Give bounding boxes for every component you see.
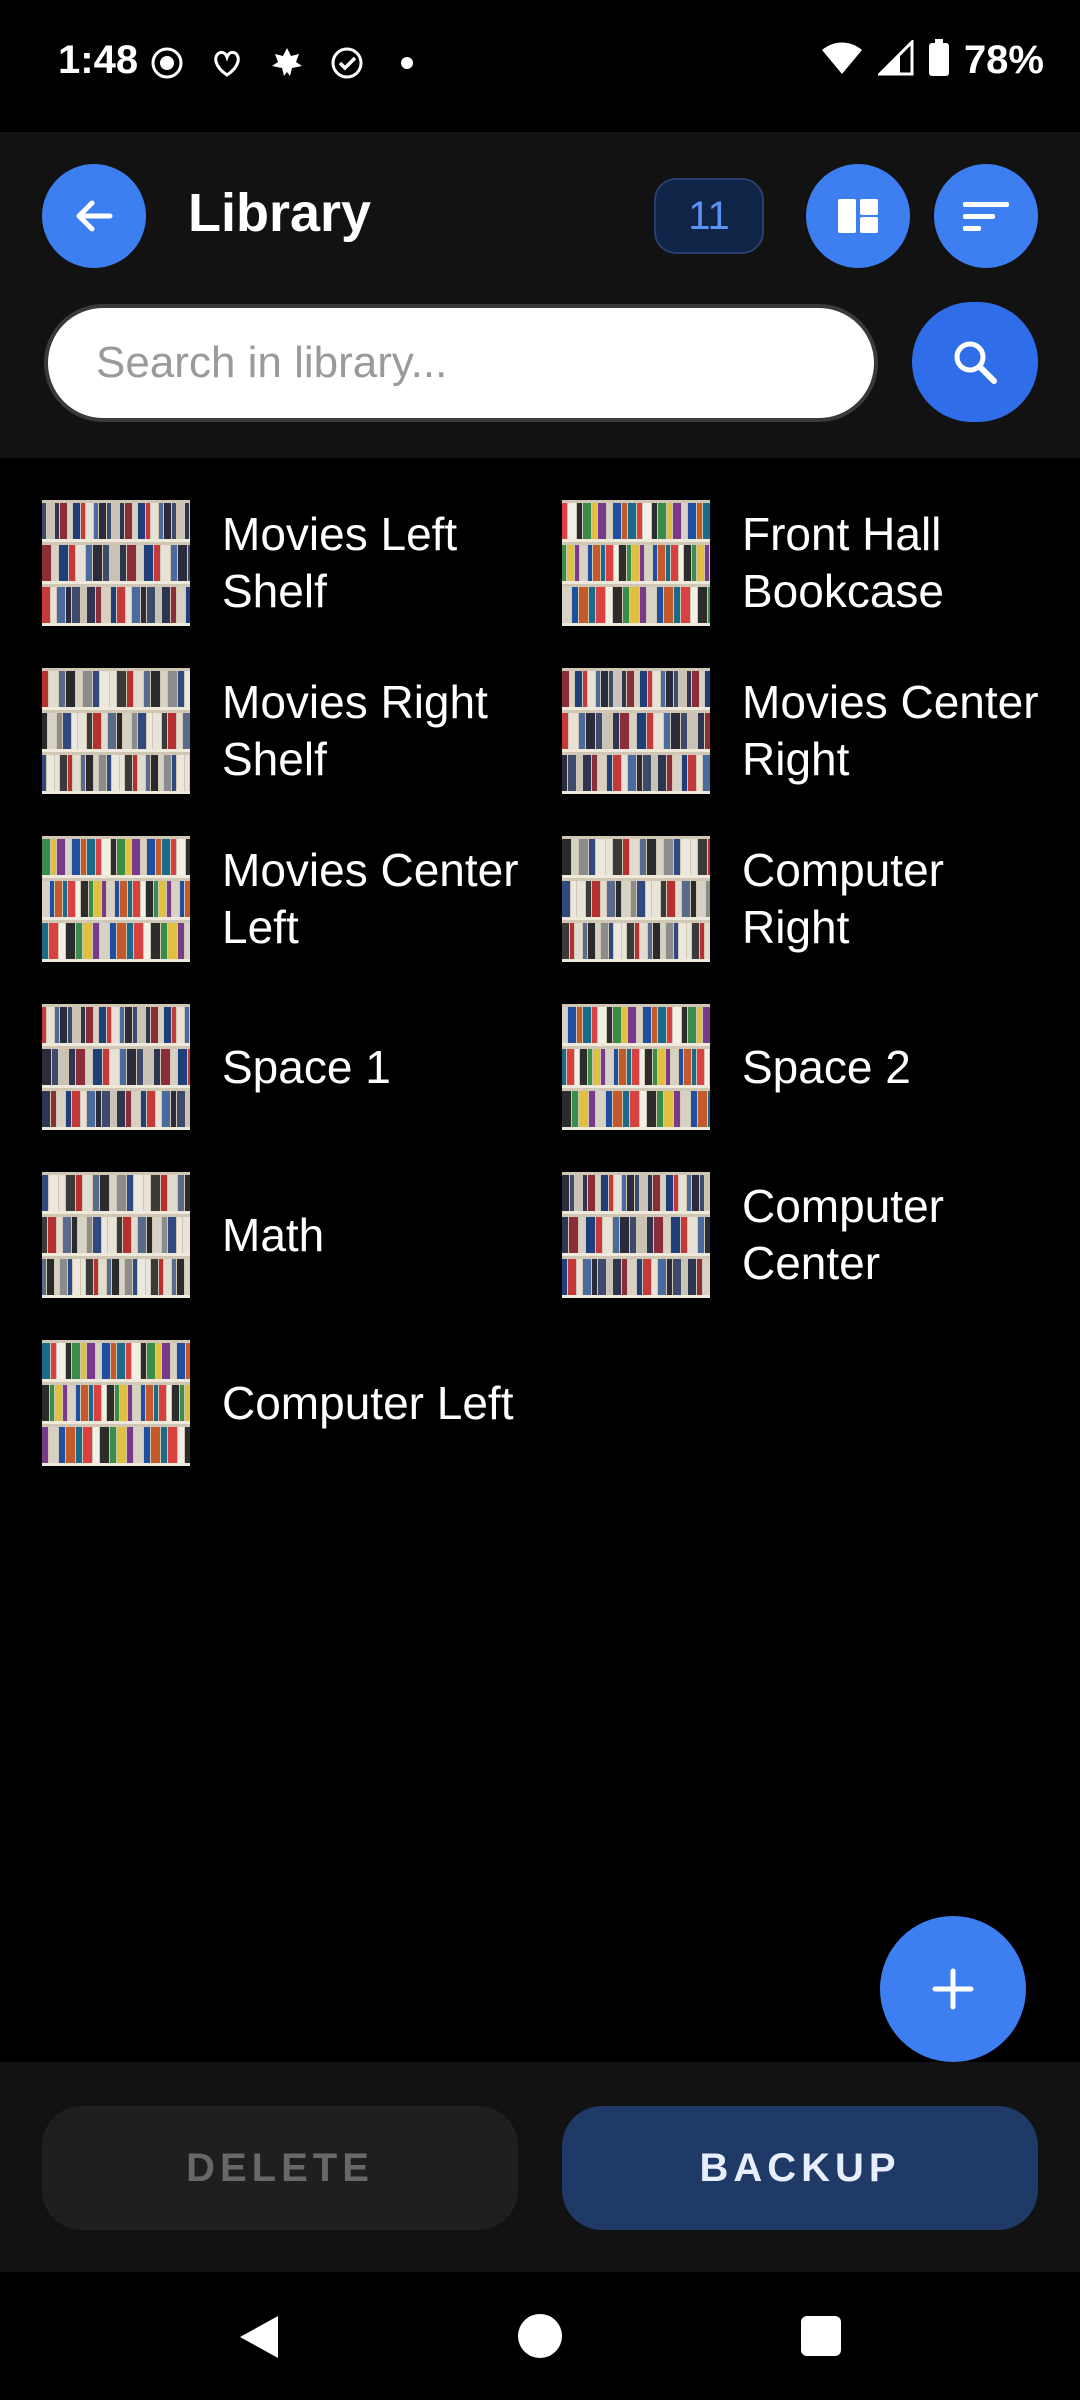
shelf-thumbnail [42, 1340, 190, 1466]
view-columns-icon [838, 199, 878, 233]
library-item[interactable]: Movies Center Right [562, 668, 1042, 794]
shelf-thumbnail [562, 500, 710, 626]
shelf-thumbnail [562, 668, 710, 794]
system-status: 78% [820, 38, 1044, 83]
sort-button[interactable] [934, 164, 1038, 268]
system-nav-bar [0, 2272, 1080, 2400]
library-item-label: Computer Right [742, 844, 944, 953]
library-item-label: Movies Left Shelf [222, 508, 458, 617]
shelf-thumbnail [42, 500, 190, 626]
library-item-label: Space 1 [222, 1040, 391, 1093]
library-item[interactable]: Math [42, 1172, 522, 1298]
shelf-thumbnail [42, 836, 190, 962]
status-time: 1:48 [58, 38, 139, 82]
shelf-thumbnail [562, 1172, 710, 1298]
plus-icon [932, 1968, 974, 2010]
library-item[interactable]: Computer Right [562, 836, 1042, 962]
library-item[interactable]: Movies Center Left [42, 836, 522, 962]
app-icon [208, 44, 246, 82]
shelf-thumbnail [42, 1004, 190, 1130]
delete-button[interactable]: DELETE [42, 2106, 518, 2230]
shelf-thumbnail [42, 668, 190, 794]
back-button[interactable] [42, 164, 146, 268]
wifi-icon [820, 40, 864, 81]
status-bar: 1:48 78% [0, 0, 1080, 132]
library-item[interactable]: Space 2 [562, 1004, 1042, 1130]
library-item-label: Computer Left [222, 1376, 514, 1429]
page-title: Library [188, 183, 372, 243]
shelf-thumbnail [562, 836, 710, 962]
search-input[interactable] [94, 337, 874, 389]
library-item-label: Movies Right Shelf [222, 676, 488, 785]
library-item[interactable]: Movies Right Shelf [42, 668, 522, 794]
library-item-label: Movies Center Right [742, 676, 1039, 785]
battery-icon [928, 39, 950, 82]
bottom-action-bar: DELETE BACKUP [0, 2062, 1080, 2272]
notification-icons [148, 44, 426, 82]
library-item[interactable]: Space 1 [42, 1004, 522, 1130]
screen-record-icon [148, 44, 186, 82]
search-icon [954, 341, 997, 384]
library-item-label: Space 2 [742, 1040, 911, 1093]
arrow-back-icon [76, 200, 113, 232]
count-badge: 11 [654, 178, 764, 254]
library-item[interactable]: Front Hall Bookcase [562, 500, 1042, 626]
shelf-thumbnail [42, 1172, 190, 1298]
battery-percent: 78% [963, 38, 1044, 82]
maple-leaf-icon [268, 44, 306, 82]
library-item-label: Math [222, 1208, 325, 1261]
library-item[interactable]: Movies Left Shelf [42, 500, 522, 626]
library-item-label: Front Hall Bookcase [742, 508, 945, 617]
search-button[interactable] [912, 302, 1038, 422]
library-item-label: Computer Center [742, 1180, 944, 1289]
nav-home-button[interactable] [518, 2314, 562, 2358]
app-header: Library 11 [0, 132, 1080, 458]
shelf-thumbnail [562, 1004, 710, 1130]
sort-icon [963, 202, 1009, 231]
add-button[interactable] [880, 1916, 1026, 2062]
nav-back-icon[interactable] [236, 2312, 282, 2362]
check-circle-icon [328, 44, 366, 82]
library-item[interactable]: Computer Center [562, 1172, 1042, 1298]
nav-recents-button[interactable] [801, 2316, 841, 2356]
dot-icon [388, 44, 426, 82]
library-item[interactable]: Computer Left [42, 1340, 522, 1466]
view-toggle-button[interactable] [806, 164, 910, 268]
search-field[interactable] [44, 304, 878, 422]
library-item-label: Movies Center Left [222, 844, 519, 953]
signal-icon [876, 38, 914, 81]
backup-button[interactable]: BACKUP [562, 2106, 1038, 2230]
